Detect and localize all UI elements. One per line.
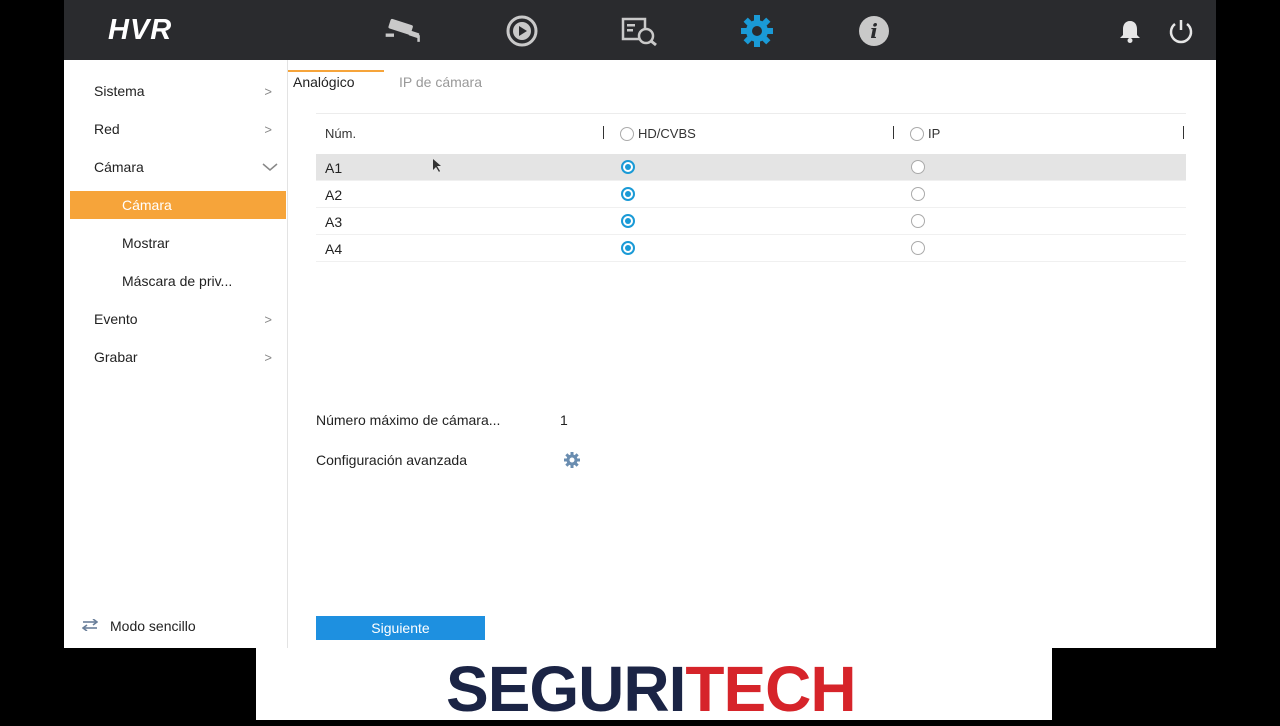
tab-divider <box>316 113 1186 114</box>
sidebar-item-label: Cámara <box>94 159 144 175</box>
settings-icon[interactable] <box>737 14 777 48</box>
radio-hd-cvbs[interactable] <box>621 187 635 201</box>
sidebar-item-label: Grabar <box>94 349 138 365</box>
sidebar-subitem-camara[interactable]: Cámara <box>70 191 286 219</box>
radio-hd-cvbs[interactable] <box>621 241 635 255</box>
column-header-hd[interactable]: HD/CVBS <box>620 126 696 141</box>
max-cameras-value[interactable]: 1 <box>560 412 568 428</box>
banner-logo-part2: TECH <box>685 653 856 725</box>
sidebar-subitem-mostrar[interactable]: Mostrar <box>64 229 288 257</box>
column-divider <box>603 126 604 139</box>
banner-logo-part1: SEGURI <box>446 653 686 725</box>
column-header-ip-label: IP <box>928 126 941 141</box>
simple-mode-toggle[interactable]: Modo sencillo <box>81 618 196 634</box>
sidebar-item-sistema[interactable]: Sistema > <box>64 77 288 105</box>
advanced-settings-gear-icon[interactable] <box>563 451 581 474</box>
sidebar-item-grabar[interactable]: Grabar > <box>64 343 288 371</box>
row-num: A3 <box>325 214 343 230</box>
simple-mode-label: Modo sencillo <box>110 618 196 634</box>
header-radio-ip[interactable] <box>910 126 924 141</box>
column-divider <box>1183 126 1184 139</box>
column-header-hd-label: HD/CVBS <box>638 126 696 141</box>
column-divider <box>893 126 894 139</box>
sidebar-item-label: Mostrar <box>122 235 170 251</box>
dvr-screen: HVR i Sistema > Red > Cámara Cámara Most… <box>64 0 1216 648</box>
table-row[interactable]: A3 <box>316 208 1186 235</box>
tab-analogico[interactable]: Analógico <box>293 74 355 90</box>
row-num: A1 <box>325 160 343 176</box>
header-radio-hd[interactable] <box>620 126 634 141</box>
sidebar-item-red[interactable]: Red > <box>64 115 288 143</box>
tab-ip-camara[interactable]: IP de cámara <box>399 74 482 90</box>
radio-ip[interactable] <box>911 241 925 255</box>
chevron-right-icon: > <box>264 121 272 137</box>
chevron-down-icon <box>262 160 278 175</box>
row-num: A4 <box>325 241 343 257</box>
advanced-config-label: Configuración avanzada <box>316 452 467 468</box>
sidebar-subitem-mascara[interactable]: Máscara de priv... <box>64 267 288 295</box>
radio-hd-cvbs[interactable] <box>621 160 635 174</box>
table-row[interactable]: A1 <box>316 154 1186 181</box>
sidebar-item-label: Red <box>94 121 120 137</box>
bell-icon[interactable] <box>1110 14 1150 48</box>
sidebar-item-camara[interactable]: Cámara <box>64 153 288 181</box>
sidebar-item-label: Máscara de priv... <box>122 273 233 289</box>
radio-ip[interactable] <box>911 214 925 228</box>
power-icon[interactable] <box>1161 14 1201 48</box>
sidebar: Sistema > Red > Cámara Cámara Mostrar Má… <box>64 60 288 648</box>
top-bar: HVR i <box>64 0 1216 60</box>
table-row[interactable]: A2 <box>316 181 1186 208</box>
next-button[interactable]: Siguiente <box>316 616 485 640</box>
banner-logo: SEGURITECH <box>446 652 857 726</box>
radio-ip[interactable] <box>911 187 925 201</box>
playback-icon[interactable] <box>502 14 542 48</box>
sidebar-item-label: Cámara <box>122 197 172 213</box>
max-cameras-label: Número máximo de cámara... <box>316 412 501 428</box>
table-row[interactable]: A4 <box>316 235 1186 262</box>
swap-icon <box>81 618 99 634</box>
mouse-cursor-icon <box>433 159 443 178</box>
radio-hd-cvbs[interactable] <box>621 214 635 228</box>
sidebar-item-label: Evento <box>94 311 138 327</box>
column-header-ip[interactable]: IP <box>910 126 940 141</box>
app-logo: HVR <box>108 14 173 46</box>
camera-icon[interactable] <box>384 14 424 48</box>
chevron-right-icon: > <box>264 311 272 327</box>
column-header-num: Núm. <box>325 126 357 141</box>
chevron-right-icon: > <box>264 349 272 365</box>
sidebar-item-label: Sistema <box>94 83 145 99</box>
info-icon[interactable]: i <box>854 14 894 48</box>
radio-ip[interactable] <box>911 160 925 174</box>
search-icon[interactable] <box>620 14 660 48</box>
svg-text:i: i <box>870 19 878 43</box>
seguritech-banner: SEGURITECH <box>256 648 1052 725</box>
chevron-right-icon: > <box>264 83 272 99</box>
active-tab-indicator <box>288 70 384 72</box>
row-num: A2 <box>325 187 343 203</box>
sidebar-item-evento[interactable]: Evento > <box>64 305 288 333</box>
